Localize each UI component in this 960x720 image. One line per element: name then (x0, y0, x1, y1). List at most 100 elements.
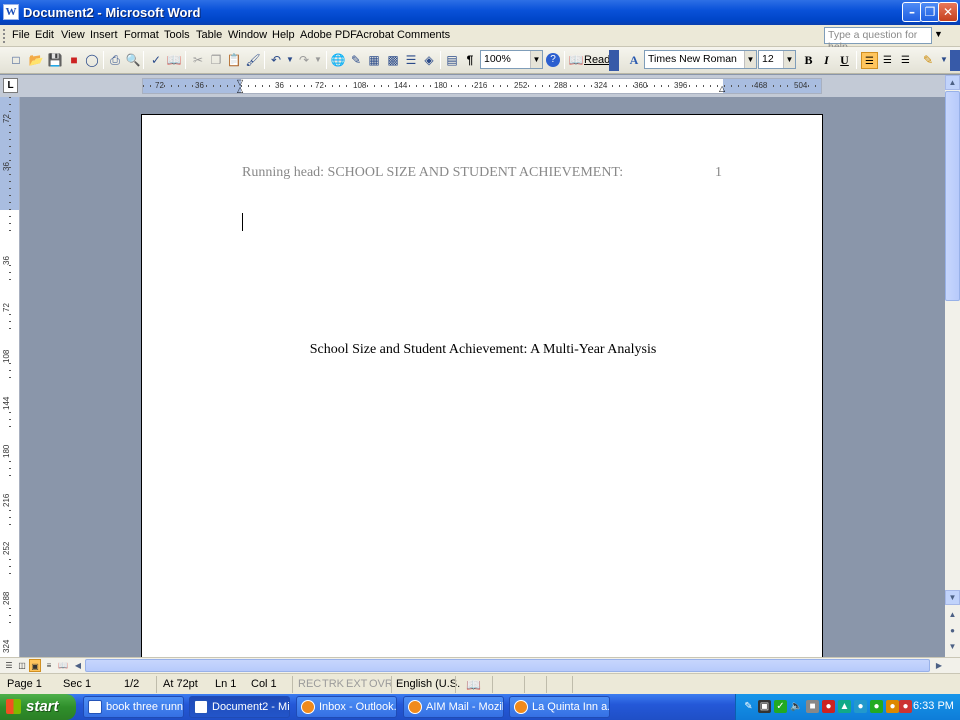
wifi-icon[interactable]: ▲ (838, 700, 851, 713)
status-line[interactable]: Ln 1 (215, 678, 236, 690)
status-column[interactable]: Col 1 (251, 678, 277, 690)
status-page[interactable]: Page 1 (7, 678, 42, 690)
highlight-icon[interactable]: ✎ (920, 52, 936, 68)
scroll-up-button[interactable]: ▲ (945, 75, 960, 90)
next-page-button[interactable]: ▼ (945, 640, 960, 655)
toolbar-options-icon[interactable] (609, 50, 619, 71)
start-button[interactable]: start (0, 694, 76, 720)
align-left-button[interactable]: ☰ (861, 52, 878, 69)
insert-excel-icon[interactable]: ▩ (385, 52, 401, 68)
insert-table-icon[interactable]: ▦ (366, 52, 382, 68)
status-at[interactable]: At 72pt (163, 678, 198, 690)
horizontal-ruler[interactable]: 72 36 36 72 108 144 180 216 252 288 324 … (142, 78, 822, 94)
read-button[interactable]: Read (584, 54, 610, 66)
align-right-button[interactable]: ☰ (897, 52, 914, 69)
right-indent-marker[interactable]: △ (719, 84, 725, 93)
drawing-icon[interactable]: ◈ (421, 52, 437, 68)
bold-button[interactable]: B (800, 52, 817, 69)
scroll-down-button[interactable]: ▼ (945, 590, 960, 605)
document-title[interactable]: School Size and Student Achievement: A M… (142, 342, 824, 358)
hanging-indent-marker[interactable]: △ (237, 85, 243, 93)
zoom-dropdown-icon[interactable]: ▼ (530, 51, 542, 68)
spelling-icon[interactable]: ✓ (148, 52, 164, 68)
research-icon[interactable]: 📖 (166, 52, 182, 68)
taskbar-item[interactable]: La Quinta Inn a... (509, 696, 610, 718)
menu-help[interactable]: Help (272, 29, 295, 41)
font-size-select[interactable]: 12 ▼ (758, 50, 796, 69)
title-bar[interactable]: W Document2 - Microsoft Word – ❐ ✕ (0, 0, 960, 25)
outline-view-button[interactable]: ≡ (43, 659, 55, 672)
network-icon[interactable]: ■ (806, 700, 819, 713)
select-browse-object-button[interactable]: ● (945, 624, 960, 639)
menu-acrobat-comments[interactable]: Acrobat Comments (356, 29, 450, 41)
device-icon[interactable]: ● (870, 700, 883, 713)
monitor-icon[interactable]: ▣ (758, 700, 771, 713)
help-search-input[interactable]: Type a question for help (824, 27, 932, 53)
new-document-icon[interactable]: □ (8, 52, 24, 68)
security-icon[interactable]: ✓ (774, 700, 787, 713)
show-hide-icon[interactable]: ¶ (462, 52, 478, 68)
styles-icon[interactable]: A (626, 52, 642, 68)
help-icon[interactable]: ? (546, 53, 560, 67)
read-icon[interactable]: 📖 (568, 52, 584, 68)
status-section[interactable]: Sec 1 (63, 678, 91, 690)
font-select[interactable]: Times New Roman ▼ (644, 50, 757, 69)
font-dropdown-icon[interactable]: ▼ (744, 51, 756, 68)
page-number[interactable]: 1 (715, 165, 722, 181)
minimize-button[interactable]: – (902, 2, 922, 22)
vertical-scrollbar[interactable]: ▲ ▼ ▲ ● ▼ (945, 75, 960, 657)
columns-icon[interactable]: ☰ (403, 52, 419, 68)
menu-table[interactable]: Table (196, 29, 222, 41)
font-size-dropdown-icon[interactable]: ▼ (783, 51, 795, 68)
pdf-convert-icon[interactable]: ■ (66, 52, 82, 68)
speaker-icon[interactable]: 🔈 (790, 700, 803, 713)
paste-icon[interactable]: 📋 (226, 52, 242, 68)
spelling-status-icon[interactable]: 📖 (466, 678, 481, 692)
status-language[interactable]: English (U.S. (396, 678, 460, 690)
document-page[interactable]: Running head: SCHOOL SIZE AND STUDENT AC… (141, 114, 823, 657)
toolbar-options-icon-2[interactable] (950, 50, 960, 71)
align-center-button[interactable]: ☰ (879, 52, 896, 69)
running-head[interactable]: Running head: SCHOOL SIZE AND STUDENT AC… (242, 165, 623, 181)
scroll-left-button[interactable]: ◀ (72, 659, 84, 672)
print-layout-view-button[interactable]: ▣ (29, 659, 41, 672)
help-dropdown-icon[interactable]: ▼ (934, 29, 943, 39)
antivirus-icon[interactable]: ● (822, 700, 835, 713)
scroll-right-button[interactable]: ▶ (933, 659, 945, 672)
tables-borders-icon[interactable]: ✎ (348, 52, 364, 68)
word-app-icon[interactable]: W (3, 4, 19, 20)
messenger-icon[interactable]: ● (854, 700, 867, 713)
vertical-ruler[interactable]: 72 36 36 72 108 144 180 216 252 288 324 (0, 97, 20, 657)
aim-icon[interactable]: ● (886, 700, 899, 713)
status-trk[interactable]: TRK (322, 678, 344, 690)
menu-grip[interactable] (3, 29, 6, 43)
update-icon[interactable]: ● (899, 700, 912, 713)
clock[interactable]: 6:33 PM (913, 700, 954, 712)
open-folder-icon[interactable]: 📂 (28, 52, 44, 68)
taskbar-item[interactable]: Inbox - Outlook... (296, 696, 397, 718)
taskbar-item[interactable]: book three runn... (83, 696, 184, 718)
taskbar-item[interactable]: Document2 - Mi... (189, 696, 290, 718)
web-layout-view-button[interactable]: ◫ (16, 659, 28, 672)
menu-edit[interactable]: Edit (35, 29, 54, 41)
menu-tools[interactable]: Tools (164, 29, 190, 41)
taskbar-item[interactable]: AIM Mail - Mozilla... (403, 696, 504, 718)
vertical-scroll-thumb[interactable] (945, 91, 960, 301)
save-icon[interactable]: 💾 (47, 52, 63, 68)
zoom-select[interactable]: 100% ▼ (480, 50, 543, 69)
menu-view[interactable]: View (61, 29, 85, 41)
print-icon[interactable]: ⎙ (107, 52, 123, 68)
redo-dropdown-icon[interactable]: ▼ (310, 52, 326, 68)
print-preview-icon[interactable]: 🔍 (125, 52, 141, 68)
document-map-icon[interactable]: ▤ (444, 52, 460, 68)
status-ext[interactable]: EXT (346, 678, 367, 690)
menu-adobe-pdf[interactable]: Adobe PDF (300, 29, 357, 41)
underline-button[interactable]: U (836, 52, 853, 69)
status-ovr[interactable]: OVR (369, 678, 393, 690)
hyperlink-icon[interactable]: 🌐 (330, 52, 346, 68)
tab-selector-button[interactable]: L (3, 78, 18, 93)
menu-format[interactable]: Format (124, 29, 159, 41)
permission-icon[interactable]: ◯ (84, 52, 100, 68)
restore-button[interactable]: ❐ (920, 2, 940, 22)
pen-icon[interactable]: ✎ (742, 700, 755, 713)
